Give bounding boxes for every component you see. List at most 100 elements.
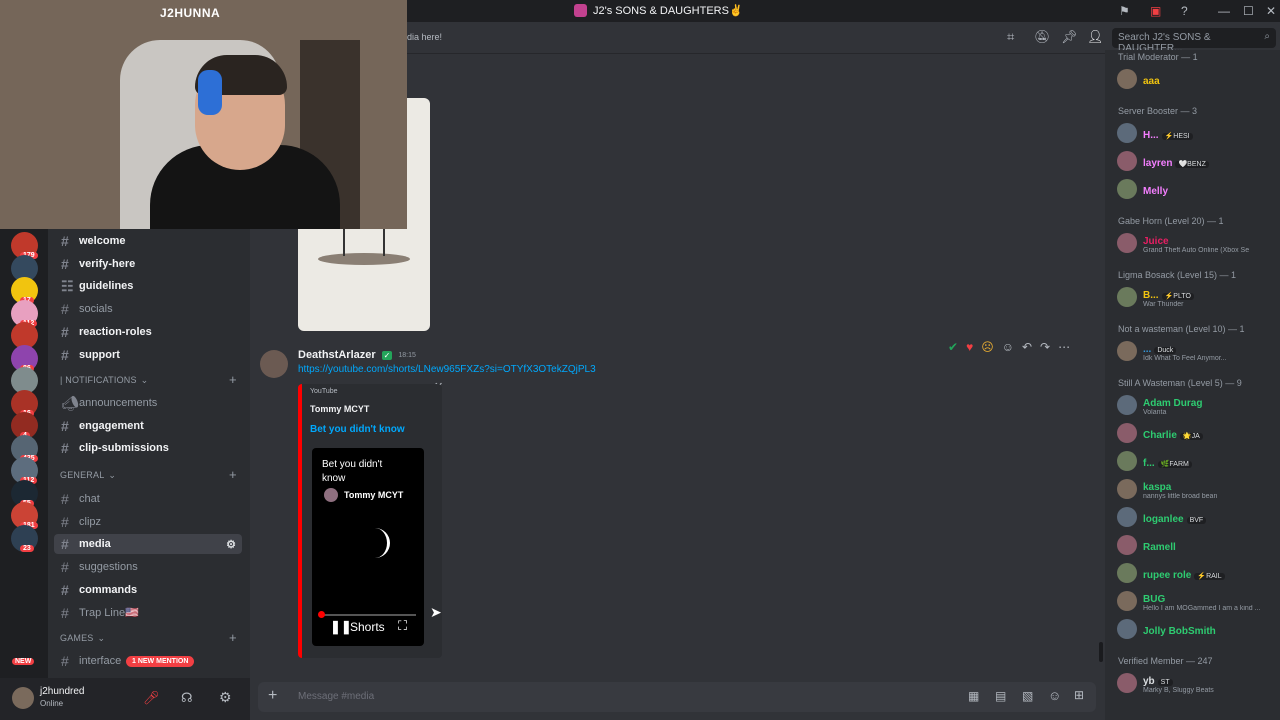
help-icon[interactable]: ?: [1181, 4, 1188, 18]
member-category: Gabe Horn (Level 20) — 1: [1118, 216, 1224, 226]
check-reaction-icon[interactable]: ✔: [948, 340, 958, 354]
pin-icon[interactable]: 📌︎: [1061, 29, 1078, 45]
channel-socials[interactable]: # socials: [54, 299, 242, 319]
add-channel-icon[interactable]: +: [229, 467, 237, 482]
member-name-line: Adam Durag: [1143, 394, 1202, 409]
headphones-icon[interactable]: ☊: [181, 690, 193, 706]
member-item[interactable]: BUG Hello I am MOGammed I am a kind ...: [1117, 588, 1277, 614]
member-name-line: B... ⚡PLTO: [1143, 286, 1194, 301]
screen-icon[interactable]: ▣: [1150, 4, 1161, 18]
member-item[interactable]: f... 🌿FARM: [1117, 448, 1277, 474]
member-item[interactable]: layren 🤍BENZ: [1117, 148, 1277, 174]
member-item[interactable]: ... Duck Idk What To Feel Anymor...: [1117, 338, 1277, 364]
member-item[interactable]: Juice Grand Theft Auto Online (Xbox Se: [1117, 230, 1277, 256]
gif-icon[interactable]: ▤: [995, 689, 1006, 703]
member-item[interactable]: yb ST Marky B, Sluggy Beats: [1117, 670, 1277, 696]
emoji-icon[interactable]: ☺: [1048, 688, 1061, 703]
channel-welcome[interactable]: # welcome: [54, 231, 242, 251]
face-reaction-icon[interactable]: ☹: [981, 340, 994, 354]
gift-icon[interactable]: ▦: [968, 689, 979, 703]
category-general[interactable]: GENERAL ⌄: [60, 470, 116, 481]
add-attachment-icon[interactable]: +: [268, 687, 277, 705]
fullscreen-icon[interactable]: ⛶: [398, 618, 407, 634]
member-category: Verified Member — 247: [1118, 656, 1213, 666]
minimize-button[interactable]: —: [1218, 4, 1230, 18]
channel-media[interactable]: # media ⚙: [54, 534, 242, 555]
apps-icon[interactable]: ⊞: [1074, 688, 1084, 702]
channel-guidelines[interactable]: ☷ guidelines: [54, 276, 242, 296]
member-item[interactable]: Adam Durag Volanta: [1117, 392, 1277, 418]
channel-verify-here[interactable]: # verify-here: [54, 254, 242, 274]
member-tag: ST: [1157, 679, 1173, 686]
search-input[interactable]: Search J2's SONS & DAUGHTER... ⌕: [1112, 28, 1276, 54]
chevron-down-icon: ⌄: [97, 633, 106, 643]
scrollbar[interactable]: [1099, 642, 1103, 662]
threads-icon[interactable]: ⌗: [1007, 29, 1014, 45]
channel-commands[interactable]: # commands: [54, 580, 242, 600]
forward-icon[interactable]: ↷: [1040, 340, 1050, 354]
member-item[interactable]: B... ⚡PLTO War Thunder: [1117, 284, 1277, 310]
more-options-icon[interactable]: ⋯: [1058, 340, 1070, 354]
add-channel-icon[interactable]: +: [229, 372, 237, 387]
chevron-down-icon: ⌄: [140, 375, 149, 385]
sticker-icon[interactable]: ▧: [1022, 689, 1033, 703]
member-text: BUG Hello I am MOGammed I am a kind ...: [1143, 590, 1260, 612]
video-player[interactable]: Bet you didn't know Tommy MCYT ❚❚ Shorts…: [312, 448, 424, 646]
member-name: Ramell: [1143, 541, 1176, 553]
channel-clip-submissions[interactable]: # clip-submissions: [54, 438, 242, 458]
member-item[interactable]: Jolly BobSmith: [1117, 616, 1277, 642]
member-item[interactable]: Ramell: [1117, 532, 1277, 558]
channel-hash-icon: #: [61, 536, 69, 553]
member-item[interactable]: Melly: [1117, 176, 1277, 202]
message-author[interactable]: DeathstArlazer: [298, 349, 376, 361]
channel-clipz[interactable]: # clipz: [54, 512, 242, 532]
member-item[interactable]: Charlie 🌟JA: [1117, 420, 1277, 446]
message-composer[interactable]: + Message #media ▦ ▤ ▧ ☺ ⊞: [258, 682, 1096, 712]
avatar[interactable]: [12, 687, 34, 709]
notification-bell-icon[interactable]: 🔕︎: [1034, 29, 1051, 45]
message-input-placeholder: Message #media: [298, 691, 375, 702]
member-item[interactable]: H... ⚡HESI: [1117, 120, 1277, 146]
channel-name: media: [79, 538, 111, 551]
reply-icon[interactable]: ↶: [1022, 340, 1032, 354]
member-item[interactable]: loganlee BVF: [1117, 504, 1277, 530]
member-tag: BVF: [1186, 516, 1207, 524]
channel-announcements[interactable]: 📣︎ announcements: [54, 393, 242, 413]
member-category: Not a wasteman (Level 10) — 1: [1118, 324, 1245, 334]
channel-chat[interactable]: # chat: [54, 489, 242, 509]
member-list-icon[interactable]: 👤︎: [1087, 29, 1104, 45]
channel-name: engagement: [79, 419, 144, 432]
settings-gear-icon[interactable]: ⚙: [219, 689, 232, 706]
channel-settings-icon[interactable]: ⚙: [226, 538, 236, 551]
close-button[interactable]: ✕: [1266, 4, 1276, 18]
channel-name: reaction-roles: [79, 325, 152, 338]
add-reaction-icon[interactable]: ☺: [1002, 340, 1014, 354]
message-link[interactable]: https://youtube.com/shorts/LNew965FXZs?s…: [298, 364, 596, 375]
category-games[interactable]: GAMES ⌄: [60, 633, 105, 644]
category-notifications[interactable]: | NOTIFICATIONS ⌄: [60, 375, 148, 386]
progress-handle[interactable]: [318, 611, 325, 618]
heart-reaction-icon[interactable]: ♥: [966, 340, 973, 354]
member-name: ...: [1143, 344, 1152, 355]
maximize-button[interactable]: ☐: [1243, 4, 1254, 18]
avatar[interactable]: [260, 350, 288, 378]
avatar: [1117, 123, 1137, 143]
embed-title[interactable]: Bet you didn't know: [310, 424, 405, 435]
channel-trap-line-[interactable]: # Trap Line🇺🇸: [54, 603, 242, 623]
pause-icon[interactable]: ❚❚: [330, 619, 352, 635]
new-mention-pill[interactable]: 1 NEW MENTION: [126, 656, 195, 667]
channel-engagement[interactable]: # engagement: [54, 416, 242, 436]
member-item[interactable]: kaspa nannys little broad bean: [1117, 476, 1277, 502]
member-name-line: BUG: [1143, 590, 1260, 605]
mute-icon[interactable]: 🎤︎: [143, 690, 160, 706]
progress-track[interactable]: [320, 614, 416, 616]
member-item[interactable]: aaa: [1117, 66, 1277, 92]
embed-author[interactable]: Tommy MCYT: [310, 404, 369, 414]
channel-reaction-roles[interactable]: # reaction-roles: [54, 322, 242, 342]
add-channel-icon[interactable]: +: [229, 630, 237, 645]
inbox-icon[interactable]: ⚑: [1119, 4, 1130, 18]
avatar: [1117, 341, 1137, 361]
channel-suggestions[interactable]: # suggestions: [54, 557, 242, 577]
member-item[interactable]: rupee role ⚡RAIL: [1117, 560, 1277, 586]
channel-support[interactable]: # support: [54, 345, 242, 365]
